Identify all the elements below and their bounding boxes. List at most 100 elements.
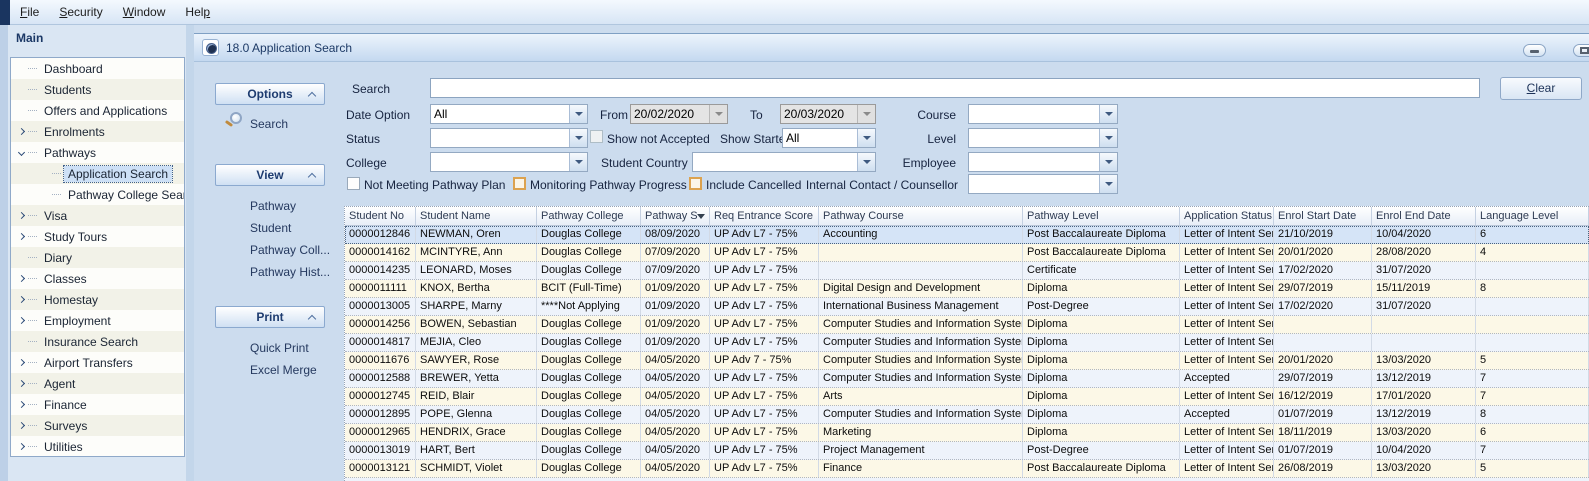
column-header-student-name[interactable]: Student Name [416,207,537,225]
view-link-student[interactable]: Student [250,221,291,235]
cell-student-name: NEWMAN, Oren [416,226,537,243]
sidebar-item-pathway-college-search[interactable]: Pathway College Search [11,184,184,205]
expand-icon[interactable] [14,318,28,323]
include-cancelled-checkbox[interactable] [689,177,702,190]
table-row[interactable]: 0000011676SAWYER, RoseDouglas College04/… [345,352,1589,370]
table-row[interactable]: 0000011111KNOX, BerthaBCIT (Full-Time)01… [345,280,1589,298]
table-row[interactable]: 0000012846NEWMAN, OrenDouglas College08/… [345,226,1589,244]
options-section-header[interactable]: Options [215,83,325,105]
view-link-pathway-history[interactable]: Pathway Hist... [250,265,330,279]
sidebar-item-students[interactable]: Students [11,79,184,100]
column-header-language-level[interactable]: Language Level [1476,207,1589,225]
employee-select[interactable] [968,152,1118,172]
column-header-pathway-college[interactable]: Pathway College [537,207,641,225]
collapse-icon[interactable] [14,150,28,155]
sidebar-item-homestay[interactable]: Homestay [11,289,184,310]
expand-icon[interactable] [14,381,28,386]
sidebar-item-diary[interactable]: Diary [11,247,184,268]
view-section-header[interactable]: View [215,164,325,186]
sidebar-item-study-tours[interactable]: Study Tours [11,226,184,247]
menu-item-file[interactable]: File [10,0,49,25]
sidebar-item-dashboard[interactable]: Dashboard [11,58,184,79]
menu-item-security[interactable]: Security [49,0,112,25]
table-row[interactable]: 0000013019HART, BertDouglas College04/05… [345,442,1589,460]
menu-item-help[interactable]: Help [175,0,220,25]
dropdown-arrow-icon[interactable] [569,153,587,171]
column-header-enrol-end-date[interactable]: Enrol End Date [1372,207,1476,225]
sidebar-item-pathways[interactable]: Pathways [11,142,184,163]
not-meeting-pathway-plan-checkbox[interactable] [347,177,360,190]
sidebar-item-surveys[interactable]: Surveys [11,415,184,436]
cell-pathway-college: Douglas College [537,406,641,423]
expand-icon[interactable] [14,423,28,428]
column-header-student-no[interactable]: Student No [345,207,416,225]
monitoring-pathway-progress-checkbox[interactable] [513,177,526,190]
cell-application-status: Accepted [1180,406,1274,423]
table-row[interactable]: 0000013005SHARPE, Marny****Not Applying0… [345,298,1589,316]
course-select[interactable] [968,104,1118,124]
sidebar-item-agent[interactable]: Agent [11,373,184,394]
expand-icon[interactable] [14,444,28,449]
view-link-pathway[interactable]: Pathway [250,199,296,213]
table-row[interactable]: 0000014256BOWEN, SebastianDouglas Colleg… [345,316,1589,334]
dropdown-arrow-icon[interactable] [569,105,587,123]
column-header-req-entrance-score[interactable]: Req Entrance Score [710,207,819,225]
sidebar-item-employment[interactable]: Employment [11,310,184,331]
minimize-button[interactable] [1523,44,1546,57]
expand-icon[interactable] [14,297,28,302]
date-option-select[interactable]: All [430,104,588,124]
college-select[interactable] [430,152,588,172]
table-row[interactable]: 0000012745REID, BlairDouglas College04/0… [345,388,1589,406]
internal-contact-select[interactable] [968,174,1118,194]
column-header-pathway-course[interactable]: Pathway Course [819,207,1023,225]
search-action-link[interactable]: Search [250,117,288,131]
print-link-excel-merge[interactable]: Excel Merge [250,363,317,377]
maximize-button[interactable] [1573,44,1589,57]
table-row[interactable]: 0000014162MCINTYRE, AnnDouglas College07… [345,244,1589,262]
search-input[interactable] [430,78,1480,98]
print-link-quick-print[interactable]: Quick Print [250,341,309,355]
table-row[interactable]: 0000014817MEJIA, CleoDouglas College01/0… [345,334,1589,352]
table-row[interactable]: 0000013121SCHMIDT, VioletDouglas College… [345,460,1589,478]
expand-icon[interactable] [14,402,28,407]
expand-icon[interactable] [14,129,28,134]
clear-button[interactable]: Clear [1500,77,1582,100]
sidebar-item-visa[interactable]: Visa [11,205,184,226]
column-header-pathway-s[interactable]: Pathway S [641,207,710,225]
sidebar-title: Main [16,31,43,45]
dropdown-arrow-icon[interactable] [1099,129,1117,147]
dropdown-arrow-icon[interactable] [1099,153,1117,171]
column-header-application-status[interactable]: Application Status [1180,207,1274,225]
sidebar-splitter[interactable] [186,25,194,481]
level-select[interactable] [968,128,1118,148]
sidebar-item-enrolments[interactable]: Enrolments [11,121,184,142]
sidebar-item-classes[interactable]: Classes [11,268,184,289]
table-row[interactable]: 0000012588BREWER, YettaDouglas College04… [345,370,1589,388]
sidebar-item-application-search[interactable]: Application Search [11,163,184,184]
sidebar-item-airport-transfers[interactable]: Airport Transfers [11,352,184,373]
sidebar-item-finance[interactable]: Finance [11,394,184,415]
dropdown-arrow-icon[interactable] [569,129,587,147]
expand-icon[interactable] [14,234,28,239]
print-section-header[interactable]: Print [215,306,325,328]
page-title: 18.0 Application Search [226,41,352,55]
dropdown-arrow-icon[interactable] [709,105,727,123]
from-date-select[interactable]: 20/02/2020 [630,104,728,124]
sidebar-item-insurance-search[interactable]: Insurance Search [11,331,184,352]
table-row[interactable]: 0000012895POPE, GlennaDouglas College04/… [345,406,1589,424]
view-link-pathway-college[interactable]: Pathway Coll... [250,243,330,257]
expand-icon[interactable] [14,360,28,365]
table-row[interactable]: 0000014235LEONARD, MosesDouglas College0… [345,262,1589,280]
show-not-accepted-checkbox[interactable] [590,130,603,143]
table-row[interactable]: 0000012965HENDRIX, GraceDouglas College0… [345,424,1589,442]
dropdown-arrow-icon[interactable] [1099,175,1117,193]
column-header-enrol-start-date[interactable]: Enrol Start Date [1274,207,1372,225]
expand-icon[interactable] [14,213,28,218]
column-header-pathway-level[interactable]: Pathway Level [1023,207,1180,225]
menu-item-window[interactable]: Window [113,0,176,25]
status-select[interactable] [430,128,588,148]
sidebar-item-offers-and-applications[interactable]: Offers and Applications [11,100,184,121]
dropdown-arrow-icon[interactable] [1099,105,1117,123]
sidebar-item-utilities[interactable]: Utilities [11,436,184,457]
expand-icon[interactable] [14,276,28,281]
